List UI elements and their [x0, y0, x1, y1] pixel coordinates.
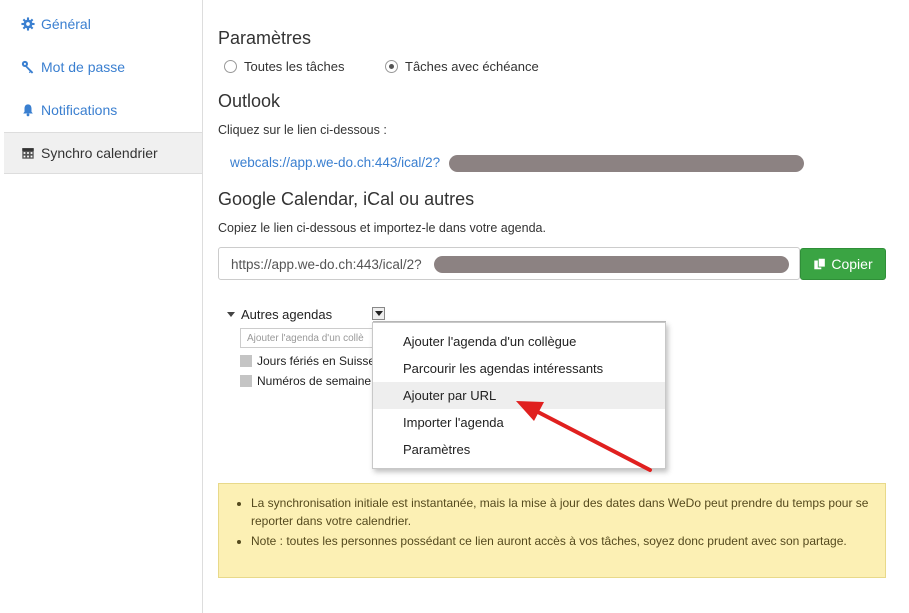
calendar-checkbox-week-numbers[interactable]: Numéros de semaine — [240, 374, 375, 388]
copy-icon — [814, 257, 827, 270]
other-agendas-header[interactable]: Autres agendas — [227, 307, 332, 322]
radio-due-tasks[interactable]: Tâches avec échéance — [385, 59, 539, 74]
radio-circle — [224, 60, 237, 73]
calendar-checkbox-holidays[interactable]: Jours fériés en Suisse — [240, 354, 375, 368]
calendar-icon — [22, 148, 34, 159]
sync-notice: La synchronisation initiale est instanta… — [218, 483, 886, 578]
copy-button[interactable]: Copier — [800, 248, 886, 280]
sidebar-item-calendar-sync[interactable]: Synchro calendrier — [4, 132, 202, 174]
outlook-webcal-link[interactable]: webcals://app.we-do.ch:443/ical/2? — [230, 155, 440, 170]
menu-item-browse[interactable]: Parcourir les agendas intéressants — [373, 355, 665, 382]
expand-triangle-icon — [227, 312, 235, 317]
ical-url-text: https://app.we-do.ch:443/ical/2? — [231, 257, 422, 272]
radio-all-tasks[interactable]: Toutes les tâches — [224, 59, 344, 74]
gear-icon — [21, 17, 35, 31]
checkbox — [240, 375, 252, 387]
other-agendas-label: Autres agendas — [241, 307, 333, 322]
add-colleague-calendar-input[interactable]: Ajouter l'agenda d'un collè — [240, 328, 378, 348]
google-instruction: Copiez le lien ci-dessous et importez-le… — [218, 221, 546, 235]
outlook-instruction: Cliquez sur le lien ci-dessous : — [218, 123, 387, 137]
sidebar-item-general[interactable]: Général — [4, 3, 202, 45]
menu-item-add-colleague[interactable]: Ajouter l'agenda d'un collègue — [373, 328, 665, 355]
sidebar: Général Mot de passe Notifications Synch… — [0, 0, 203, 613]
params-title: Paramètres — [218, 28, 312, 48]
redacted-token — [449, 155, 804, 172]
agendas-dropdown-button[interactable] — [372, 307, 385, 320]
sidebar-item-label: Notifications — [41, 102, 118, 118]
checkbox-label: Numéros de semaine — [257, 374, 372, 388]
sidebar-item-label: Mot de passe — [41, 59, 126, 75]
radio-label: Toutes les tâches — [244, 59, 345, 74]
sidebar-item-notifications[interactable]: Notifications — [4, 89, 202, 131]
radio-circle-checked — [385, 60, 398, 73]
radio-label: Tâches avec échéance — [405, 59, 539, 74]
chevron-down-icon — [374, 311, 383, 316]
key-icon — [21, 60, 34, 74]
menu-item-settings[interactable]: Paramètres — [373, 436, 665, 463]
copy-button-label: Copier — [831, 256, 873, 272]
notice-item: La synchronisation initiale est instanta… — [251, 494, 873, 530]
sidebar-item-password[interactable]: Mot de passe — [4, 46, 202, 88]
notice-item: Note : toutes les personnes possédant ce… — [251, 532, 873, 550]
menu-item-import[interactable]: Importer l'agenda — [373, 409, 665, 436]
agendas-dropdown-menu: Ajouter l'agenda d'un collègue Parcourir… — [372, 322, 666, 469]
outlook-title: Outlook — [218, 91, 281, 111]
bell-icon — [23, 104, 33, 117]
redacted-token — [434, 256, 789, 273]
sidebar-item-label: Général — [41, 16, 91, 32]
google-title: Google Calendar, iCal ou autres — [218, 189, 475, 209]
checkbox — [240, 355, 252, 367]
menu-item-add-by-url[interactable]: Ajouter par URL — [373, 382, 665, 409]
checkbox-label: Jours fériés en Suisse — [257, 354, 375, 368]
sidebar-item-label: Synchro calendrier — [41, 145, 158, 161]
